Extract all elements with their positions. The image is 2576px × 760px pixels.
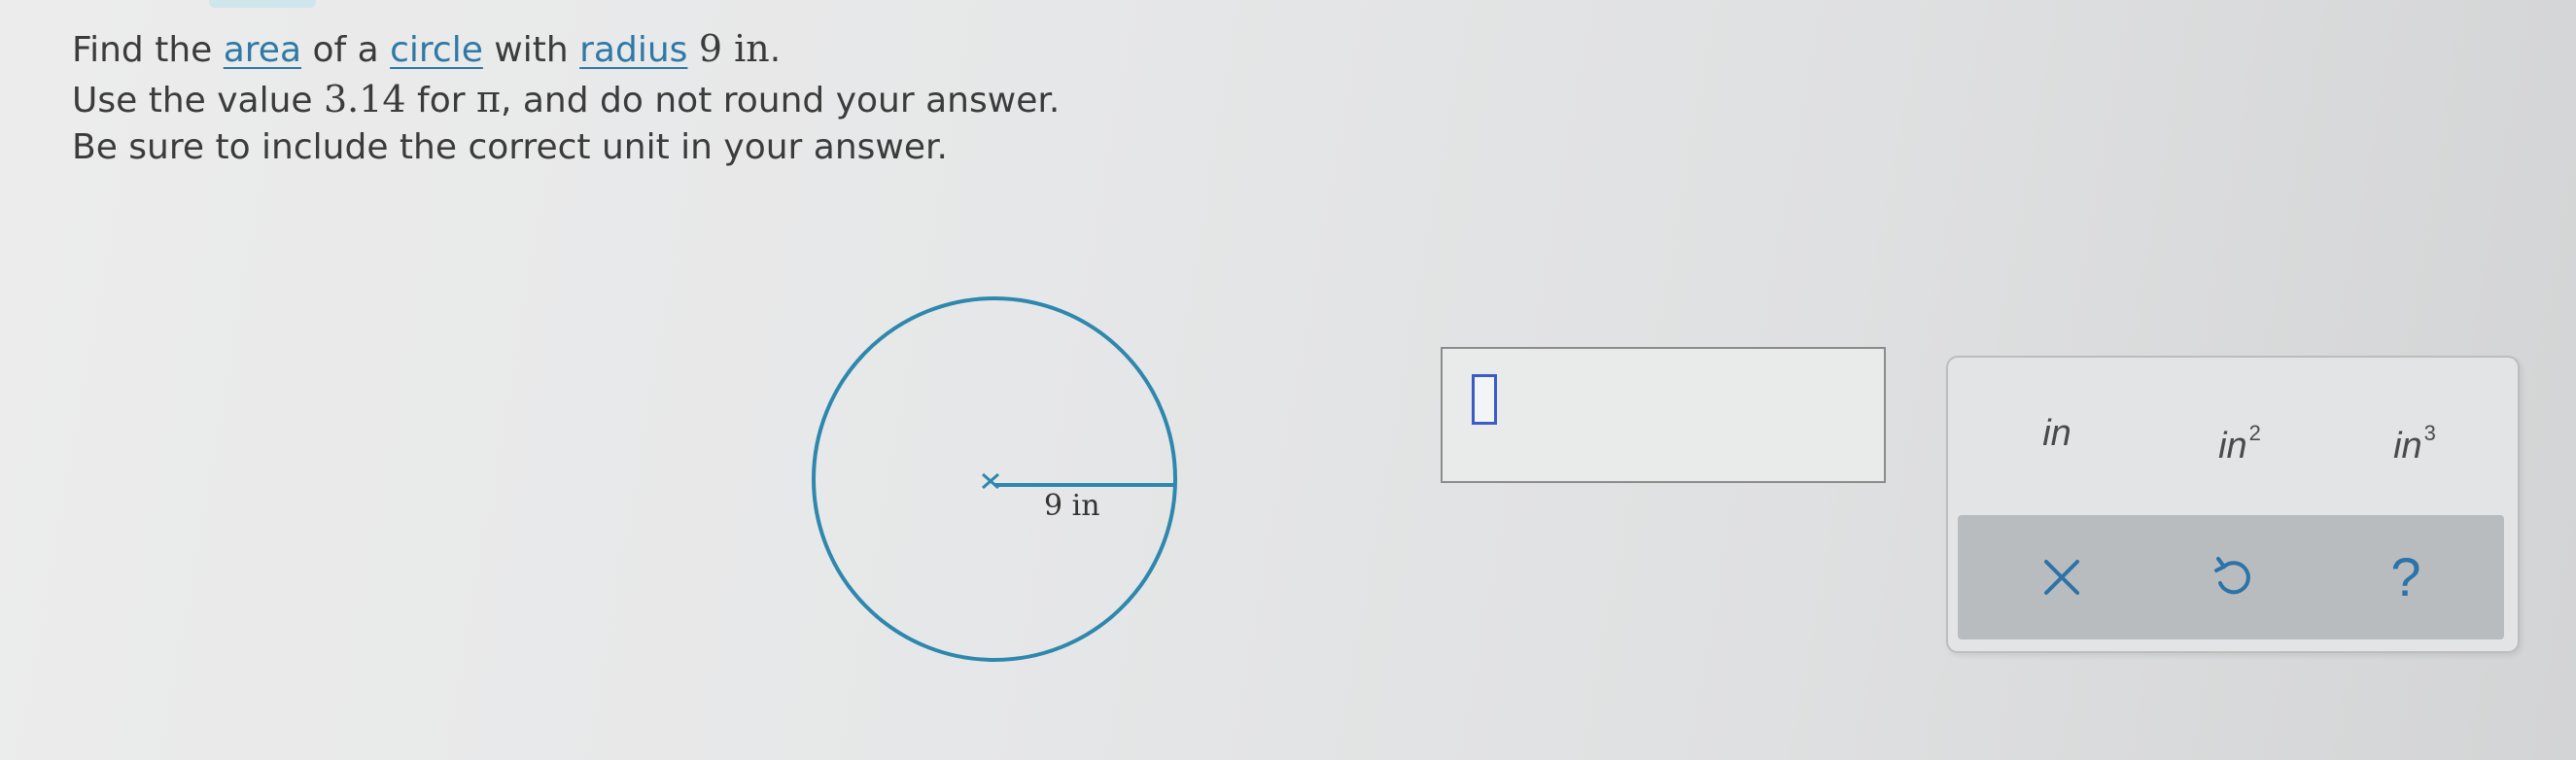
unit-keypad: in in2 in3 ? — [1946, 356, 2520, 653]
radius-value: 9 in — [698, 27, 770, 70]
radius-term-link[interactable]: radius — [579, 30, 687, 70]
help-icon: ? — [2390, 546, 2421, 607]
answer-slot[interactable] — [1472, 374, 1497, 425]
undo-icon — [2214, 557, 2250, 595]
area-term-link[interactable]: area — [224, 30, 301, 70]
radius-label: 9 in — [1044, 489, 1100, 523]
question-line-3: Be sure to include the correct unit in y… — [72, 127, 948, 167]
unit-row: in in2 in3 — [1948, 404, 2518, 466]
action-bar: ? — [1958, 515, 2504, 639]
unit-in-cubed-button[interactable]: in3 — [2356, 404, 2473, 466]
unit-in-button[interactable]: in — [1999, 404, 2115, 463]
answer-input[interactable] — [1441, 347, 1886, 483]
clear-button[interactable] — [1999, 515, 2125, 639]
pi-value: 3.14 — [324, 78, 406, 121]
circle-term-link[interactable]: circle — [390, 30, 483, 70]
close-icon — [2044, 560, 2079, 595]
help-button[interactable]: ? — [2343, 515, 2469, 639]
pi-symbol: π — [476, 78, 501, 121]
question-text: Find the area of a circle with radius 9 … — [72, 25, 1336, 171]
center-mark-icon — [982, 472, 999, 490]
top-tab-indicator — [209, 0, 316, 8]
circle-figure: 9 in — [797, 282, 1205, 690]
question-line-2: Use the value 3.14 for π, and do not rou… — [72, 78, 1061, 121]
unit-in-squared-button[interactable]: in2 — [2181, 404, 2298, 466]
undo-button[interactable] — [2170, 515, 2296, 639]
question-line-1: Find the area of a circle with radius 9 … — [72, 27, 782, 70]
